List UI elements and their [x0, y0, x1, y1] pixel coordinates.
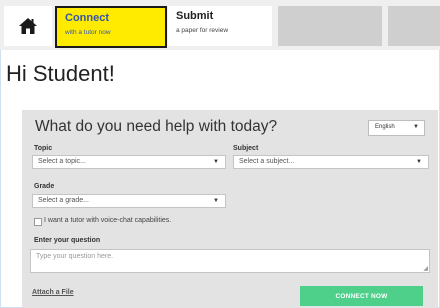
- chevron-down-icon: ▼: [413, 124, 419, 130]
- tab-placeholder-2[interactable]: [388, 6, 440, 46]
- tab-connect[interactable]: Connect with a tutor now: [55, 6, 167, 48]
- connect-now-button[interactable]: CONNECT NOW: [300, 286, 423, 306]
- home-icon: [19, 18, 37, 34]
- tab-placeholder-1[interactable]: [278, 6, 382, 46]
- grade-select[interactable]: Select a grade... ▼: [32, 194, 226, 208]
- top-nav-bar: Connect with a tutor now Submit a paper …: [0, 0, 440, 50]
- subject-select[interactable]: Select a subject... ▼: [233, 155, 429, 169]
- chevron-down-icon: ▼: [213, 198, 219, 204]
- question-label: Enter your question: [34, 237, 101, 244]
- tab-submit[interactable]: Submit a paper for review: [168, 6, 272, 46]
- language-value: English: [375, 124, 395, 130]
- form-title: What do you need help with today?: [35, 118, 278, 135]
- greeting-heading: Hi Student!: [6, 61, 115, 86]
- grade-label: Grade: [34, 183, 55, 190]
- voice-chat-checkbox[interactable]: [34, 218, 42, 226]
- language-select[interactable]: English ▼: [368, 120, 425, 136]
- subject-value: Select a subject...: [239, 158, 295, 165]
- resize-grip-icon[interactable]: ◢: [423, 265, 428, 272]
- attach-file-link[interactable]: Attach a File: [32, 289, 74, 296]
- help-request-form: What do you need help with today? Englis…: [22, 110, 438, 308]
- tab-connect-title: Connect: [65, 12, 109, 24]
- topic-label: Topic: [34, 145, 53, 152]
- voice-chat-label: I want a tutor with voice-chat capabilit…: [44, 217, 172, 224]
- home-tab[interactable]: [4, 6, 52, 46]
- grade-value: Select a grade...: [38, 197, 89, 204]
- chevron-down-icon: ▼: [213, 159, 219, 165]
- chevron-down-icon: ▼: [416, 159, 422, 165]
- tab-submit-title: Submit: [176, 10, 214, 22]
- question-placeholder: Type your question here.: [36, 253, 114, 260]
- topic-select[interactable]: Select a topic... ▼: [32, 155, 226, 169]
- subject-label: Subject: [233, 145, 259, 152]
- question-textarea[interactable]: Type your question here. ◢: [30, 249, 430, 273]
- topic-value: Select a topic...: [38, 158, 86, 165]
- tab-submit-subtitle: a paper for review: [176, 27, 229, 34]
- tab-connect-subtitle: with a tutor now: [65, 29, 111, 36]
